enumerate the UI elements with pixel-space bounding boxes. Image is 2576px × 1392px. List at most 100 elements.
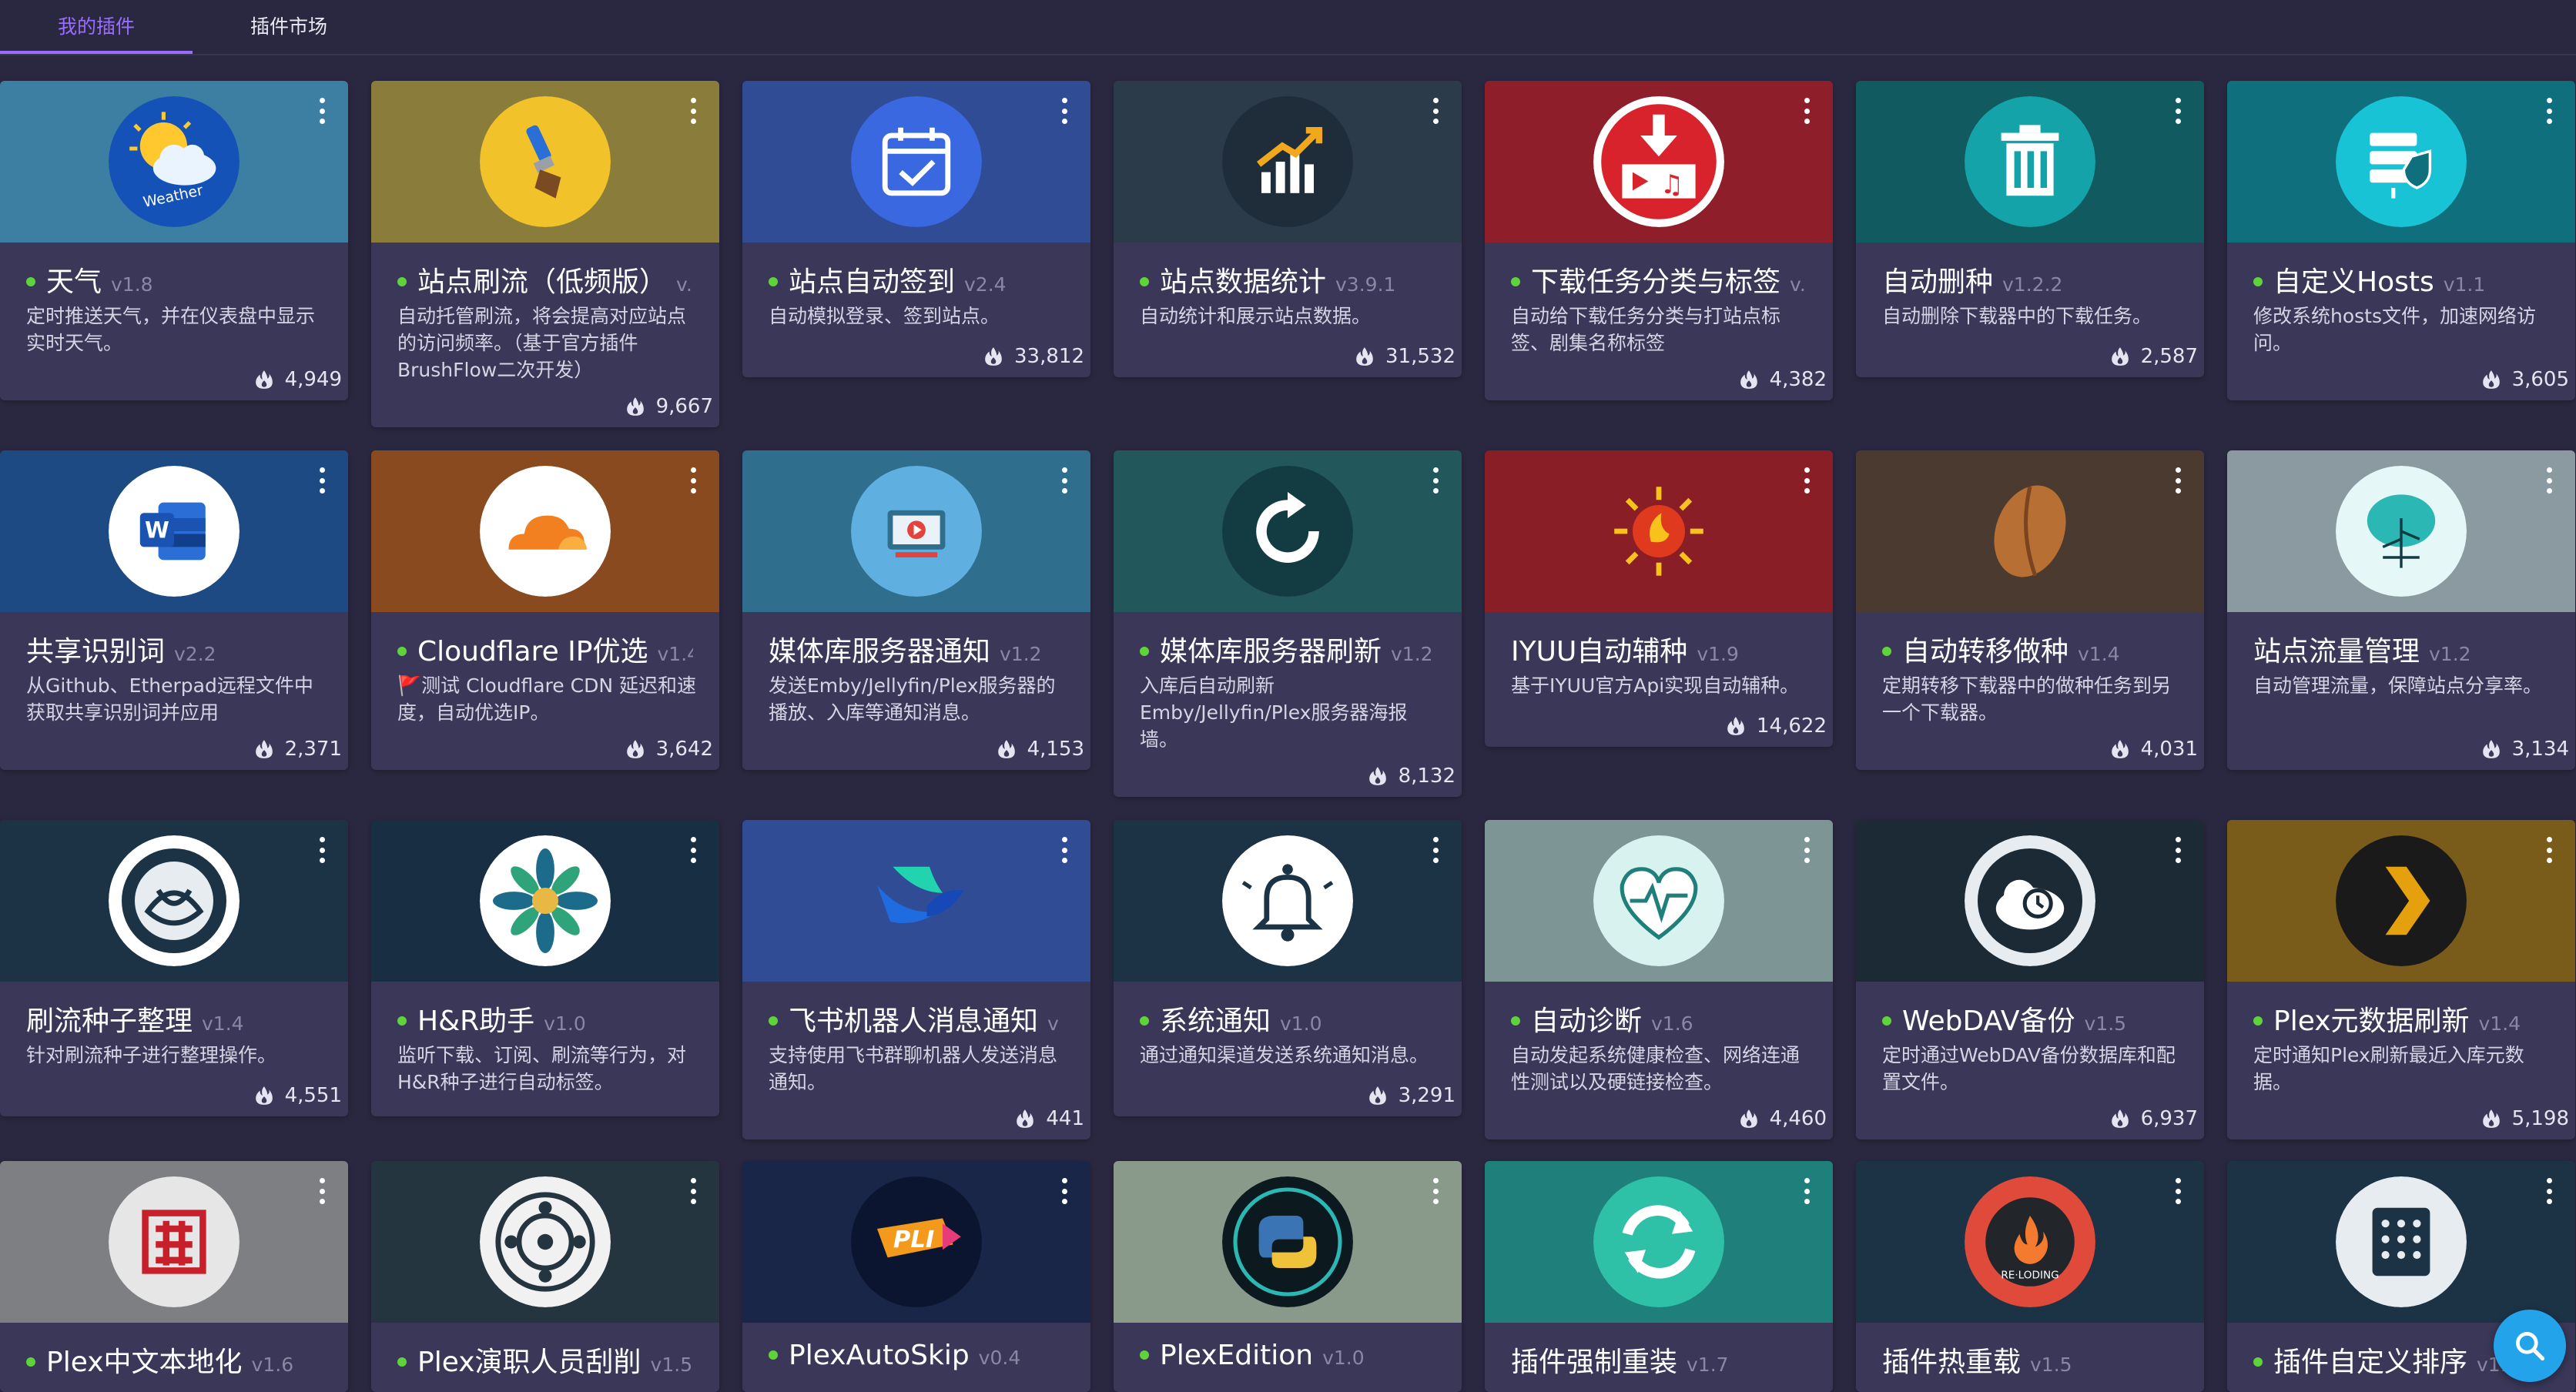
download-count: 2,371 — [255, 738, 342, 761]
search-button[interactable] — [2494, 1310, 2566, 1382]
running-status-dot — [769, 1016, 778, 1026]
plugin-card[interactable]: PLI PlexAutoSkip v0.4 — [742, 1161, 1090, 1392]
plugin-card[interactable]: 刷流种子整理 v1.4 针对刷流种子进行整理操作。 4,551 — [0, 820, 348, 1116]
plugin-tabs: 我的插件 插件市场 — [0, 0, 2576, 55]
more-menu-button[interactable] — [685, 98, 701, 124]
more-menu-button[interactable] — [1799, 1178, 1814, 1204]
plugin-card[interactable]: ♫ 下载任务分类与标签 v. 自动给下载任务分类与打站点标签、剧集名称标签 4,… — [1485, 81, 1833, 400]
more-menu-button[interactable] — [2541, 837, 2557, 863]
more-menu-button[interactable] — [2541, 1178, 2557, 1204]
tab-plugin-market[interactable]: 插件市场 — [193, 0, 385, 52]
more-menu-button[interactable] — [2170, 837, 2186, 863]
download-count: 3,642 — [626, 738, 713, 761]
download-count-value: 441 — [1046, 1107, 1084, 1130]
running-status-dot — [26, 277, 35, 286]
plugin-card[interactable]: H&R助手 v1.0 监听下载、订阅、刷流等行为，对H&R种子进行自动标签。 — [371, 820, 719, 1116]
more-menu-button[interactable] — [314, 1178, 330, 1204]
download-media-icon: ♫ — [1593, 96, 1724, 227]
running-status-dot — [1140, 1016, 1149, 1026]
download-count-value: 3,642 — [655, 738, 713, 761]
more-menu-button[interactable] — [1799, 837, 1814, 863]
more-menu-button[interactable] — [2541, 98, 2557, 124]
plugin-description: 自动模拟登录、签到站点。 — [769, 305, 1000, 327]
flame-icon — [2111, 740, 2129, 758]
running-status-dot — [1140, 647, 1149, 656]
more-menu-button[interactable] — [1799, 467, 1814, 494]
search-icon — [2516, 1332, 2545, 1361]
more-menu-button[interactable] — [314, 467, 330, 494]
plugin-info: 媒体库服务器刷新 v1.2 入库后自动刷新Emby/Jellyfin/Plex服… — [1114, 612, 1462, 768]
plugin-description: 修改系统hosts文件，加速网络访问。 — [2253, 305, 2536, 354]
plex-skip-icon: PLI — [851, 1176, 982, 1307]
plugin-info: 站点刷流（低频版） v. 自动托管刷流，将会提高对应站点的访问频率。（基于官方插… — [371, 243, 719, 399]
plugin-version: v1.2 — [2429, 643, 2471, 665]
flame-icon — [626, 397, 644, 416]
plugin-version: v. — [1790, 273, 1806, 296]
more-menu-button[interactable] — [1057, 837, 1072, 863]
plugin-banner: RE·LODING — [1856, 1161, 2204, 1323]
download-count-value: 3,291 — [1398, 1084, 1455, 1107]
flame-icon — [626, 740, 644, 758]
flame-icon — [255, 1086, 273, 1105]
plugin-title: Plex演职人员刮削 — [417, 1347, 641, 1377]
plugin-description: 自动管理流量，保障站点分享率。 — [2253, 674, 2543, 697]
download-count: 6,937 — [2111, 1107, 2198, 1130]
plugin-card[interactable]: RE·LODING 插件热重载 v1.5 — [1856, 1161, 2204, 1392]
more-menu-button[interactable] — [1799, 98, 1814, 124]
plugin-card[interactable]: Plex中文本地化 v1.6 — [0, 1161, 348, 1392]
plugin-card[interactable]: 自定义Hosts v1.1 修改系统hosts文件，加速网络访问。 3,605 — [2227, 81, 2575, 400]
plugin-info: 刷流种子整理 v1.4 针对刷流种子进行整理操作。 — [0, 982, 348, 1084]
plugin-card[interactable]: Plex元数据刷新 v1.4 定时通知Plex刷新最近入库元数据。 5,198 — [2227, 820, 2575, 1139]
more-menu-button[interactable] — [1428, 467, 1443, 494]
mandala-icon — [480, 835, 611, 966]
plugin-card[interactable]: 站点数据统计 v3.9.1 自动统计和展示站点数据。 31,532 — [1114, 81, 1462, 377]
plugin-card[interactable]: 站点刷流（低频版） v. 自动托管刷流，将会提高对应站点的访问频率。（基于官方插… — [371, 81, 719, 427]
plugin-card[interactable]: Weather 天气 v1.8 定时推送天气，并在仪表盘中显示实时天气。 4,9… — [0, 81, 348, 400]
more-menu-button[interactable] — [685, 837, 701, 863]
more-menu-button[interactable] — [1428, 1178, 1443, 1204]
more-menu-button[interactable] — [314, 98, 330, 124]
more-menu-button[interactable] — [2170, 98, 2186, 124]
more-menu-button[interactable] — [685, 1178, 701, 1204]
flame-icon — [985, 347, 1002, 366]
running-status-dot — [2253, 1357, 2263, 1367]
svg-text:♫: ♫ — [1660, 169, 1683, 200]
plugin-banner — [1856, 450, 2204, 612]
more-menu-button[interactable] — [314, 837, 330, 863]
plugin-card[interactable]: WebDAV备份 v1.5 定时通过WebDAV备份数据库和配置文件。 6,93… — [1856, 820, 2204, 1139]
plugin-card[interactable]: 插件强制重装 v1.7 — [1485, 1161, 1833, 1392]
plugin-card[interactable]: Plex演职人员刮削 v1.5 — [371, 1161, 719, 1392]
feishu-icon — [851, 835, 982, 966]
plugin-card[interactable]: 自动删种 v1.2.2 自动删除下载器中的下载任务。 2,587 — [1856, 81, 2204, 377]
plugin-card[interactable]: 站点流量管理 v1.2 自动管理流量，保障站点分享率。 3,134 — [2227, 450, 2575, 770]
plugin-card[interactable]: 自动诊断 v1.6 自动发起系统健康检查、网络连通性测试以及硬链接检查。 4,4… — [1485, 820, 1833, 1139]
plugin-card[interactable]: 媒体库服务器刷新 v1.2 入库后自动刷新Emby/Jellyfin/Plex服… — [1114, 450, 1462, 797]
seed-icon — [1965, 466, 2095, 597]
more-menu-button[interactable] — [2170, 467, 2186, 494]
plugin-card[interactable]: 媒体库服务器通知 v1.2 发送Emby/Jellyfin/Plex服务器的播放… — [742, 450, 1090, 770]
plugin-card[interactable]: Cloudflare IP优选 v1.4 🚩测试 Cloudflare CDN … — [371, 450, 719, 770]
more-menu-button[interactable] — [1057, 98, 1072, 124]
more-menu-button[interactable] — [2541, 467, 2557, 494]
plugin-banner — [2227, 81, 2575, 243]
plugin-title: 自动转移做种 — [1902, 636, 2069, 666]
more-menu-button[interactable] — [1057, 1178, 1072, 1204]
more-menu-button[interactable] — [1057, 467, 1072, 494]
plugin-card[interactable]: 系统通知 v1.0 通过通知渠道发送系统通知消息。 3,291 — [1114, 820, 1462, 1116]
more-menu-button[interactable] — [1428, 98, 1443, 124]
more-menu-button[interactable] — [685, 467, 701, 494]
media-player-icon — [851, 466, 982, 597]
trash-icon — [1965, 96, 2095, 227]
plugin-card[interactable]: PlexEdition v1.0 — [1114, 1161, 1462, 1392]
plugin-card[interactable]: 飞书机器人消息通知 v 支持使用飞书群聊机器人发送消息通知。 441 — [742, 820, 1090, 1139]
plugin-banner — [371, 1161, 719, 1323]
plugin-card[interactable]: W 共享识别词 v2.2 从Github、Etherpad远程文件中获取共享识别… — [0, 450, 348, 770]
plugin-card[interactable]: 站点自动签到 v2.4 自动模拟登录、签到站点。 33,812 — [742, 81, 1090, 377]
more-menu-button[interactable] — [2170, 1178, 2186, 1204]
plugin-card[interactable]: 自动转移做种 v1.4 定期转移下载器中的做种任务到另一个下载器。 4,031 — [1856, 450, 2204, 770]
plugin-banner — [1485, 450, 1833, 612]
plugin-card[interactable]: IYUU自动辅种 v1.9 基于IYUU官方Api实现自动辅种。 14,622 — [1485, 450, 1833, 747]
tab-my-plugins[interactable]: 我的插件 — [0, 0, 193, 54]
more-menu-button[interactable] — [1428, 837, 1443, 863]
flame-icon — [2482, 740, 2500, 758]
